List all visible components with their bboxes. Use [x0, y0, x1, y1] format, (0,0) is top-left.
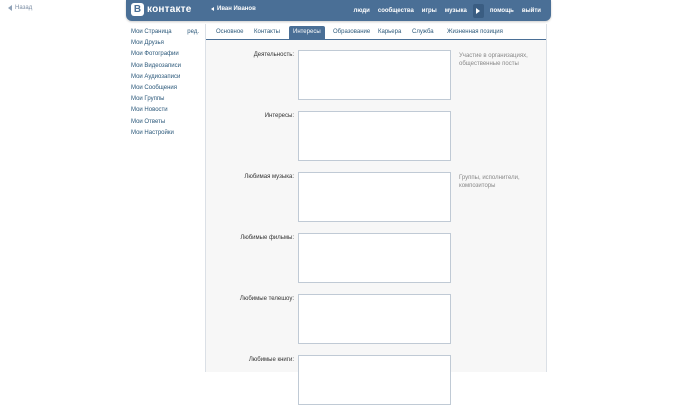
- sidebar-item-photos[interactable]: Мои Фотографии: [131, 49, 201, 60]
- back-arrow-icon: [8, 5, 12, 11]
- movies-label: Любимые фильмы:: [240, 235, 294, 241]
- sidebar-item-audio[interactable]: Мои Аудиозаписи: [131, 72, 201, 83]
- back-link[interactable]: Назад: [8, 5, 32, 11]
- play-icon: [476, 7, 481, 14]
- books-field[interactable]: [298, 355, 451, 405]
- caret-left-icon: [211, 7, 214, 11]
- top-header: В контакте Иван Иванов люди сообщества и…: [126, 0, 551, 21]
- interests-field[interactable]: [298, 111, 451, 161]
- activity-hint: Участие в организациях, общественные пос…: [459, 53, 528, 67]
- top-nav: люди сообщества игры музыка помощь выйти: [350, 0, 545, 21]
- music-hint: Группы, исполнители, композиторы: [459, 175, 520, 189]
- music-label: Любимая музыка:: [244, 174, 294, 180]
- activity-label: Деятельность:: [253, 52, 294, 58]
- movies-field[interactable]: [298, 233, 451, 283]
- nav-communities[interactable]: сообщества: [374, 8, 418, 14]
- tab-career[interactable]: Карьера: [374, 27, 405, 38]
- sidebar-item-my-page[interactable]: Мои Страница ред.: [131, 27, 201, 38]
- sidebar-item-groups[interactable]: Мои Группы: [131, 94, 201, 105]
- books-label: Любимые книги:: [248, 357, 294, 363]
- interests-label: Интересы:: [264, 113, 294, 119]
- sidebar-item-label: Мои Страница: [131, 29, 172, 35]
- sidebar-item-videos[interactable]: Мои Видеозаписи: [131, 61, 201, 72]
- sidebar-item-messages[interactable]: Мои Сообщения: [131, 83, 201, 94]
- tv-shows-label: Любимые телешоу:: [239, 296, 294, 302]
- user-menu[interactable]: Иван Иванов: [211, 6, 256, 12]
- back-label: Назад: [15, 5, 33, 11]
- edit-profile-panel: Основное Контакты Интересы Образование К…: [205, 24, 547, 405]
- tab-education[interactable]: Образование: [329, 27, 374, 38]
- nav-games[interactable]: игры: [418, 8, 441, 14]
- nav-help[interactable]: помощь: [486, 8, 518, 14]
- sidebar-item-news[interactable]: Мои Новости: [131, 105, 201, 116]
- sidebar: Мои Страница ред. Мои Друзья Мои Фотогра…: [131, 27, 201, 139]
- sidebar-item-settings[interactable]: Мои Настройки: [131, 128, 201, 139]
- music-field[interactable]: [298, 172, 451, 222]
- logo[interactable]: В контакте: [131, 3, 192, 16]
- tab-service[interactable]: Служба: [408, 27, 438, 38]
- tab-contacts[interactable]: Контакты: [250, 27, 284, 38]
- sidebar-item-answers[interactable]: Мои Ответы: [131, 117, 201, 128]
- play-button[interactable]: [472, 3, 484, 18]
- tab-life-position[interactable]: Жизненная позиция: [443, 27, 507, 38]
- tv-shows-field[interactable]: [298, 294, 451, 344]
- nav-music[interactable]: музыка: [441, 8, 471, 14]
- edit-link[interactable]: ред.: [187, 27, 199, 38]
- tab-main[interactable]: Основное: [212, 27, 248, 38]
- tab-interests[interactable]: Интересы: [289, 26, 325, 39]
- nav-people[interactable]: люди: [350, 8, 374, 14]
- sidebar-item-friends[interactable]: Мои Друзья: [131, 38, 201, 49]
- nav-logout[interactable]: выйти: [518, 8, 545, 14]
- activity-field[interactable]: [298, 50, 451, 100]
- logo-text: контакте: [147, 4, 192, 15]
- user-name: Иван Иванов: [217, 6, 256, 12]
- tab-bar: Основное Контакты Интересы Образование К…: [206, 24, 546, 40]
- logo-mark: В: [131, 3, 144, 16]
